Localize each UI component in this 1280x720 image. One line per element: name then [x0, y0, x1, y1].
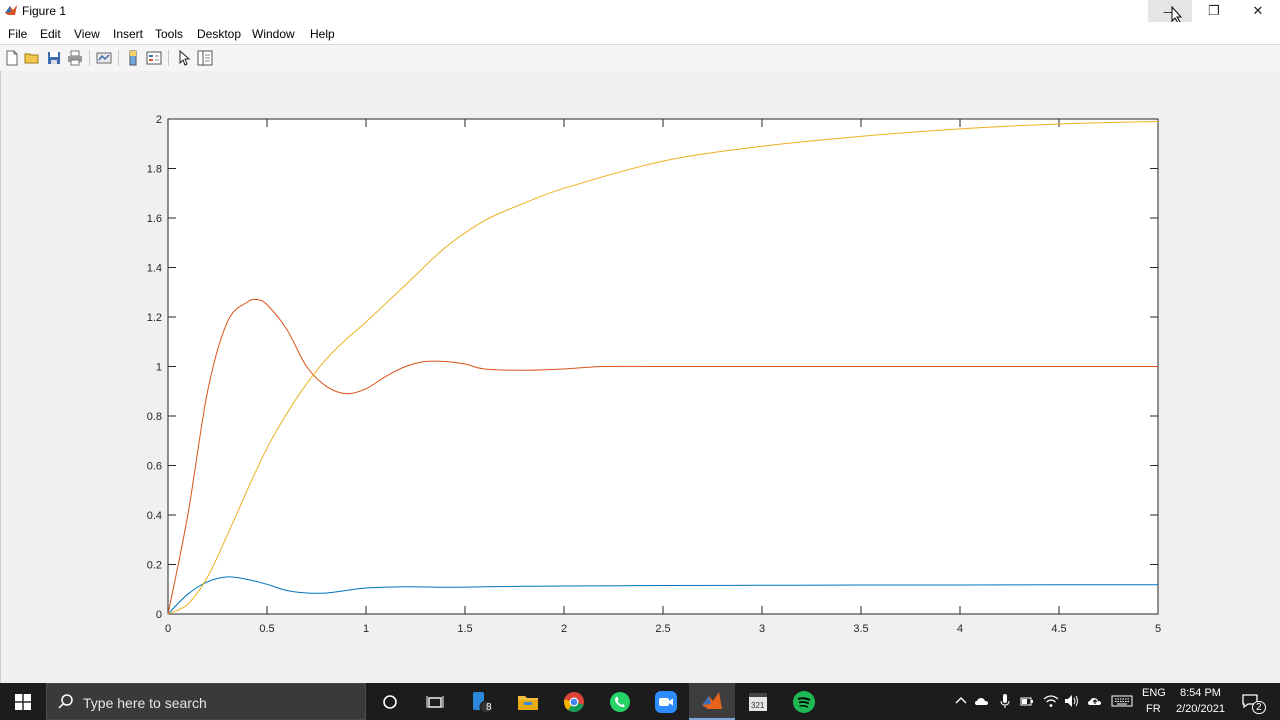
y-tick-label: 0.2	[147, 560, 162, 572]
colorbar-icon[interactable]	[125, 50, 141, 66]
toolbar-separator	[168, 50, 169, 66]
open-file-icon[interactable]	[24, 50, 40, 66]
media-app-icon[interactable]: 321	[735, 683, 781, 720]
zoom-icon[interactable]	[643, 683, 689, 720]
y-tick-label: 2	[156, 114, 162, 126]
menu-bar: File Edit View Insert Tools Desktop Wind…	[0, 22, 1280, 59]
menu-view[interactable]: View	[74, 27, 100, 41]
battery-icon[interactable]	[1019, 693, 1035, 709]
x-tick-label: 4	[957, 623, 963, 635]
y-tick-label: 0.4	[147, 510, 162, 522]
windows-logo-icon	[15, 693, 31, 710]
figure-toolbar	[0, 44, 1280, 72]
plot-axes-svg[interactable]: 0 0.5 1 1.5 2 2.5 3 3.5 4 4.5 5 0 0.2 0.4 0.6 0.8 1 1.2 1.…	[1, 71, 1279, 683]
clock-time[interactable]: 8:54 PM	[1180, 687, 1221, 699]
language-indicator-bottom[interactable]: FR	[1146, 703, 1161, 715]
show-hidden-icons-icon[interactable]	[953, 693, 969, 709]
task-view-icon[interactable]	[412, 683, 458, 720]
y-tick-label: 1	[156, 362, 162, 374]
menu-desktop[interactable]: Desktop	[197, 27, 241, 41]
start-button[interactable]	[0, 683, 46, 720]
y-tick-label: 0.8	[147, 411, 162, 423]
x-tick-label: 0.5	[259, 623, 274, 635]
window-title: Figure 1	[22, 4, 67, 18]
file-explorer-icon[interactable]	[505, 683, 551, 720]
figure-canvas: 0 0.5 1 1.5 2 2.5 3 3.5 4 4.5 5 0 0.2 0.4 0.6 0.8 1 1.2 1.…	[0, 71, 1280, 683]
restore-icon: ❐	[1208, 3, 1220, 18]
x-tick-label: 1	[363, 623, 369, 635]
phone-link-icon[interactable]: 8	[458, 683, 504, 720]
whatsapp-icon[interactable]	[597, 683, 643, 720]
menu-help[interactable]: Help	[310, 27, 335, 41]
wifi-icon[interactable]	[1043, 693, 1059, 709]
chrome-icon[interactable]	[551, 683, 597, 720]
cloud-upload-icon[interactable]	[1087, 693, 1103, 709]
y-tick-label: 0	[156, 609, 162, 621]
x-tick-label: 1.5	[457, 623, 472, 635]
toolbar-separator	[89, 50, 90, 66]
language-indicator-top[interactable]: ENG	[1142, 687, 1166, 699]
toolbar-separator	[118, 50, 119, 66]
y-tick-label: 0.6	[147, 461, 162, 473]
save-icon[interactable]	[46, 50, 62, 66]
close-icon: ✕	[1252, 3, 1264, 18]
clock-date[interactable]: 2/20/2021	[1176, 703, 1225, 715]
menu-file[interactable]: File	[8, 27, 27, 41]
search-icon	[58, 694, 73, 709]
link-plot-icon[interactable]	[96, 50, 112, 66]
x-tick-label: 2	[561, 623, 567, 635]
new-figure-icon[interactable]	[4, 50, 20, 66]
onedrive-icon[interactable]	[974, 693, 990, 709]
x-tick-label: 2.5	[655, 623, 670, 635]
window-titlebar: Figure 1 — ❐ ✕	[0, 0, 1280, 24]
y-tick-label: 1.2	[147, 312, 162, 324]
phone-badge: 8	[486, 702, 492, 713]
keyboard-icon[interactable]	[1111, 693, 1133, 709]
spotify-icon[interactable]	[781, 683, 827, 720]
cortana-icon[interactable]	[367, 683, 413, 720]
x-tick-label: 3	[759, 623, 765, 635]
volume-icon[interactable]	[1064, 693, 1080, 709]
property-inspector-icon[interactable]	[197, 50, 213, 66]
notification-count: 2	[1252, 701, 1266, 714]
legend-icon[interactable]	[146, 50, 162, 66]
y-tick-label: 1.4	[147, 263, 162, 275]
x-tick-label: 0	[165, 623, 171, 635]
matlab-icon[interactable]	[689, 683, 735, 720]
print-icon[interactable]	[67, 50, 83, 66]
restore-button[interactable]: ❐	[1192, 0, 1236, 22]
matlab-figure-icon	[5, 5, 17, 15]
search-box[interactable]: Type here to search	[46, 683, 366, 720]
x-tick-label: 5	[1155, 623, 1161, 635]
menu-window[interactable]: Window	[252, 27, 295, 41]
microphone-icon[interactable]	[997, 693, 1013, 709]
search-placeholder: Type here to search	[83, 695, 207, 711]
x-tick-label: 3.5	[853, 623, 868, 635]
edit-plot-pointer-icon[interactable]	[176, 50, 192, 66]
y-tick-label: 1.8	[147, 164, 162, 176]
windows-taskbar: Type here to search 8 321 ENG FR 8:54 PM…	[0, 683, 1280, 720]
minimize-button[interactable]: —	[1148, 0, 1192, 22]
menu-edit[interactable]: Edit	[40, 27, 61, 41]
x-tick-label: 4.5	[1051, 623, 1066, 635]
close-button[interactable]: ✕	[1236, 0, 1280, 22]
menu-tools[interactable]: Tools	[155, 27, 183, 41]
svg-text:321: 321	[751, 701, 765, 710]
menu-insert[interactable]: Insert	[113, 27, 143, 41]
y-tick-label: 1.6	[147, 213, 162, 225]
